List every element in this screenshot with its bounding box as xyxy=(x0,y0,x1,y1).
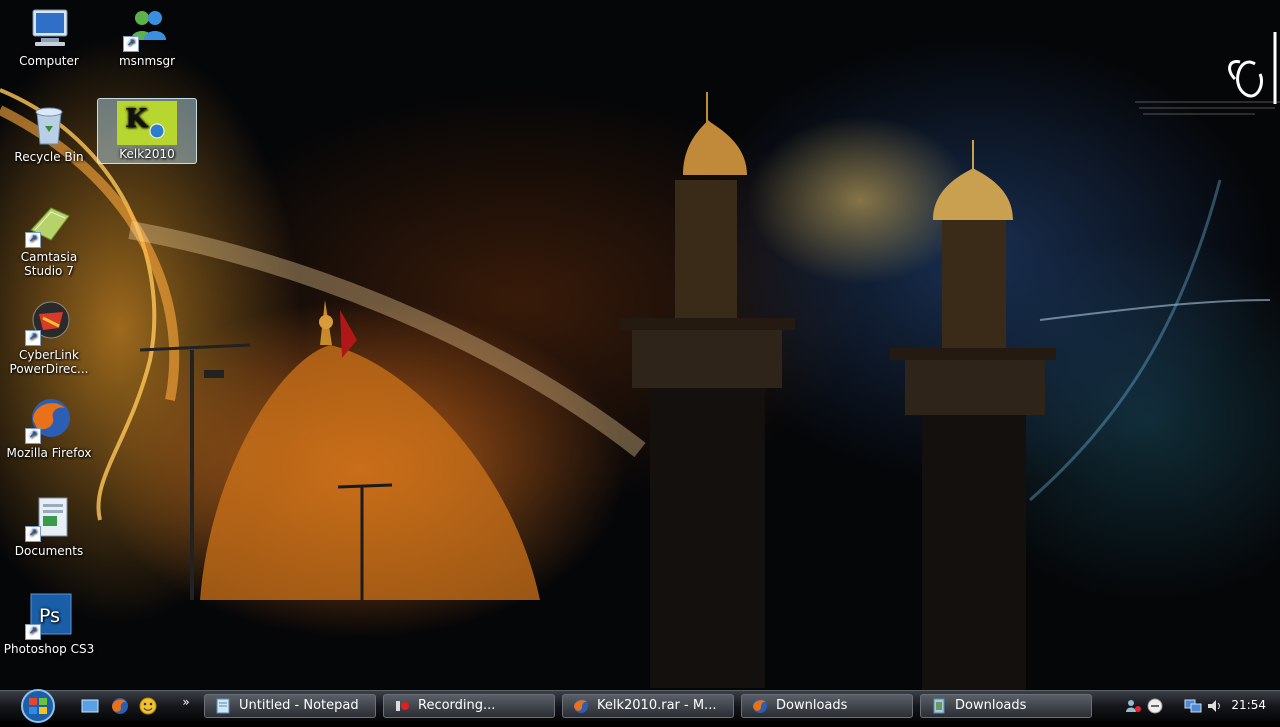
taskbar-button-label: Downloads xyxy=(955,698,1027,713)
chat-tray-icon[interactable] xyxy=(1146,698,1164,718)
desktop-icon-cyberlink[interactable]: ↗ CyberLink PowerDirec... xyxy=(0,298,98,376)
desktop-icon-photoshop[interactable]: Ps ↗ Photoshop CS3 xyxy=(0,592,98,656)
taskbar-button-label: Recording... xyxy=(418,698,496,713)
kelk2010-icon: K xyxy=(117,101,177,145)
msn-messenger-icon: ↗ xyxy=(123,4,171,52)
icon-label: Documents xyxy=(14,544,84,558)
icon-label: Recycle Bin xyxy=(14,150,84,164)
kelk-glyph: K xyxy=(125,104,149,134)
network-user-tray-icon[interactable] xyxy=(1124,698,1142,718)
folder-icon xyxy=(931,698,947,714)
desktop-icon-kelk2010[interactable]: K Kelk2010 xyxy=(97,98,197,164)
wallpaper-calligraphy xyxy=(1135,24,1280,120)
cyberlink-icon: ↗ xyxy=(25,298,73,346)
desktop-icon-firefox[interactable]: ↗ Mozilla Firefox xyxy=(0,396,98,460)
icon-label: msnmsgr xyxy=(118,54,176,68)
volume-icon[interactable] xyxy=(1206,698,1224,718)
taskbar-button-recording[interactable]: Recording... xyxy=(383,694,555,718)
messenger-quicklaunch-icon[interactable] xyxy=(138,697,158,715)
taskbar-button-downloads-firefox[interactable]: Downloads xyxy=(741,694,913,718)
show-desktop-icon[interactable] xyxy=(80,697,100,715)
taskbar-button-notepad[interactable]: Untitled - Notepad xyxy=(204,694,376,718)
network-tray-icon[interactable] xyxy=(1184,698,1202,718)
firefox-icon xyxy=(573,698,589,714)
camtasia-icon: ↗ xyxy=(25,200,73,248)
taskbar-button-label: Kelk2010.rar - M... xyxy=(597,698,717,713)
shortcut-arrow-icon: ↗ xyxy=(25,526,41,542)
taskbar: » Untitled - Notepad Recording... Kelk20… xyxy=(0,689,1280,723)
quicklaunch-more-button[interactable]: » xyxy=(176,693,196,711)
clock[interactable]: 21:54 xyxy=(1231,698,1266,712)
documents-icon: ↗ xyxy=(25,494,73,542)
taskbar-button-kelk2010-rar[interactable]: Kelk2010.rar - M... xyxy=(562,694,734,718)
shortcut-arrow-icon: ↗ xyxy=(25,330,41,346)
firefox-quicklaunch-icon[interactable] xyxy=(110,697,130,715)
firefox-icon xyxy=(752,698,768,714)
computer-icon xyxy=(25,4,73,52)
system-tray: 21:54 xyxy=(1100,691,1280,721)
recording-icon xyxy=(394,698,410,714)
photoshop-glyph: Ps xyxy=(39,605,60,627)
desktop-icon-documents[interactable]: ↗ Documents xyxy=(0,494,98,558)
desktop-icon-camtasia[interactable]: ↗ Camtasia Studio 7 xyxy=(0,200,98,278)
desktop-icon-computer[interactable]: Computer xyxy=(0,4,98,68)
shortcut-arrow-icon: ↗ xyxy=(25,428,41,444)
start-button[interactable] xyxy=(12,689,64,723)
taskbar-button-downloads-folder[interactable]: Downloads xyxy=(920,694,1092,718)
desktop-icon-msnmsgr[interactable]: ↗ msnmsgr xyxy=(98,4,196,68)
icon-label: Photoshop CS3 xyxy=(3,642,95,656)
icon-label: CyberLink PowerDirec... xyxy=(9,348,89,376)
taskbar-button-label: Downloads xyxy=(776,698,848,713)
icon-label: Computer xyxy=(19,54,79,68)
shortcut-arrow-icon: ↗ xyxy=(25,232,41,248)
icon-label: Camtasia Studio 7 xyxy=(20,250,78,278)
icon-label: Mozilla Firefox xyxy=(6,446,92,460)
recycle-bin-icon xyxy=(25,100,73,148)
shortcut-arrow-icon: ↗ xyxy=(123,36,139,52)
photoshop-icon: Ps ↗ xyxy=(25,592,73,640)
taskbar-button-label: Untitled - Notepad xyxy=(239,698,359,713)
icon-label: Kelk2010 xyxy=(119,147,175,161)
notepad-icon xyxy=(215,698,231,714)
shortcut-arrow-icon: ↗ xyxy=(25,624,41,640)
firefox-icon: ↗ xyxy=(25,396,73,444)
desktop-icon-recycle-bin[interactable]: Recycle Bin xyxy=(0,100,98,164)
